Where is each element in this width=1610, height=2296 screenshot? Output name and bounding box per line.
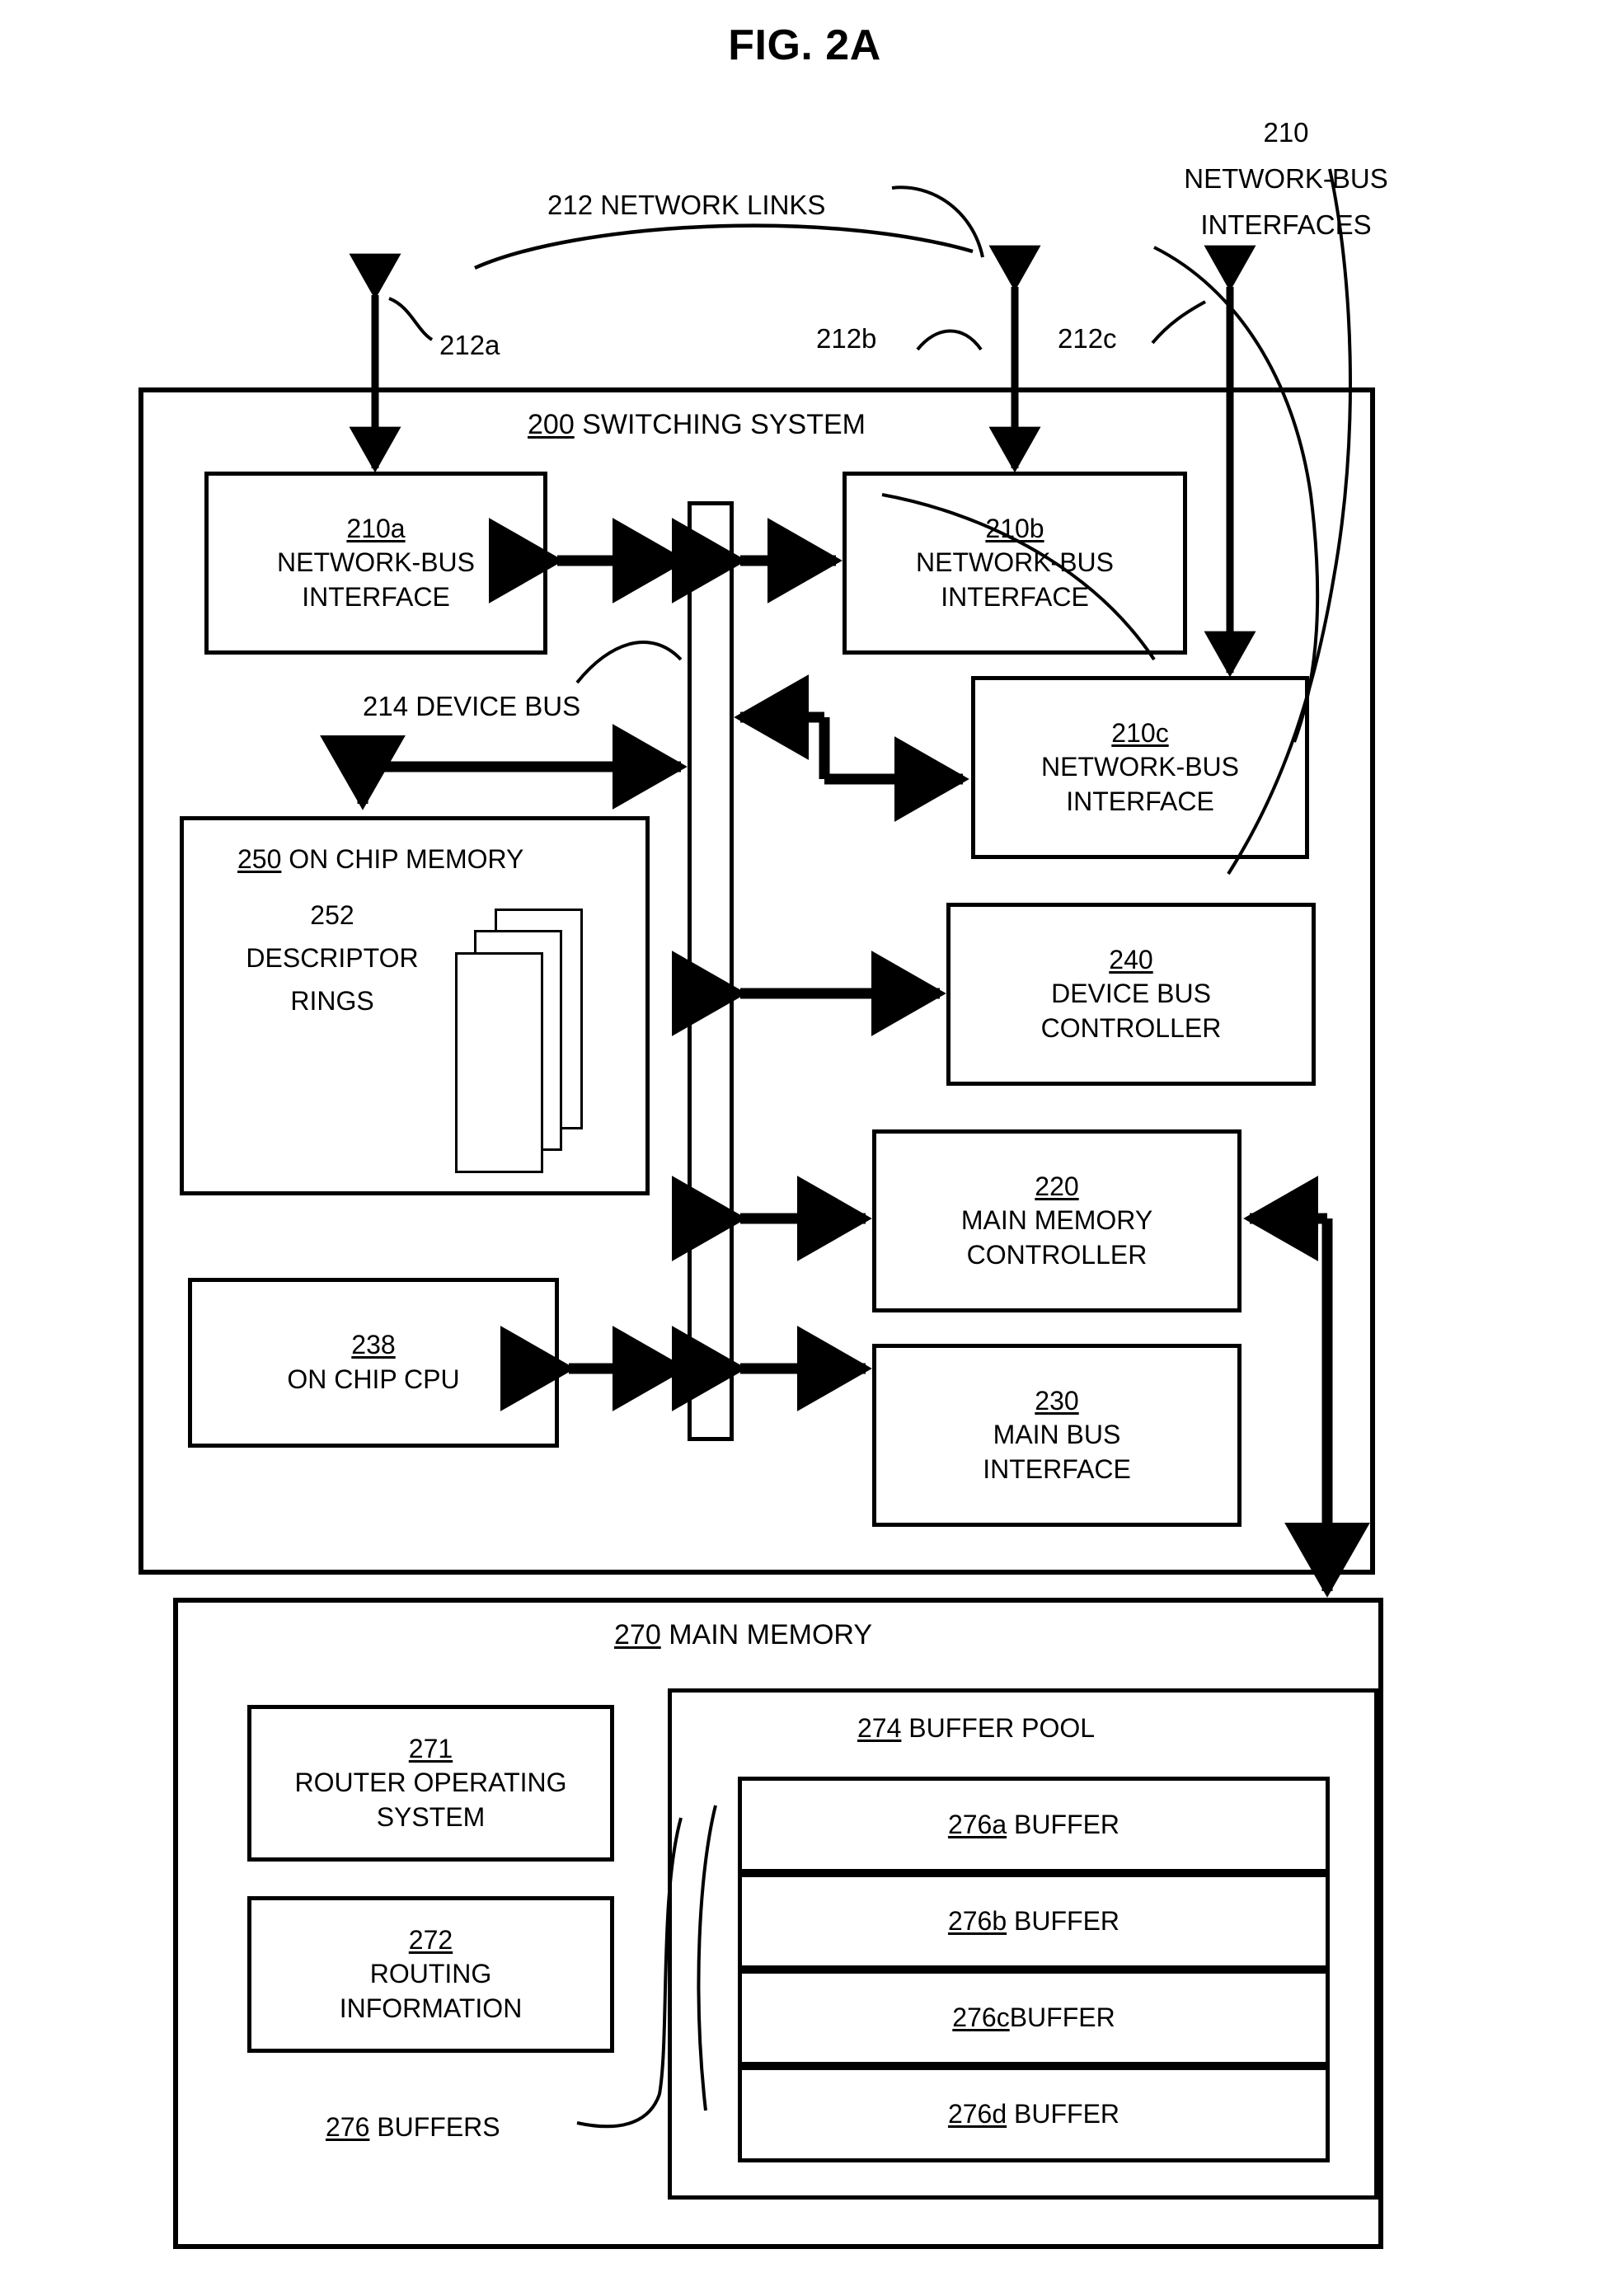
block-238-label: 238 ON CHIP CPU [192, 1328, 555, 1397]
block-238-line1: ON CHIP CPU [287, 1364, 460, 1394]
block-271: 271 ROUTER OPERATING SYSTEM [247, 1705, 614, 1862]
block-210a: 210a NETWORK-BUS INTERFACE [204, 472, 547, 655]
callout-link-212b: 212b [816, 323, 877, 354]
block-220-number: 220 [1035, 1171, 1079, 1201]
block-271-line2: SYSTEM [376, 1801, 486, 1832]
descriptor-rings-line2: RINGS [290, 986, 374, 1016]
block-272-line1: ROUTING [369, 1959, 492, 1989]
block-210b-line2: INTERFACE [941, 581, 1089, 612]
main-memory-number: 270 [614, 1619, 661, 1650]
leader-212a [388, 297, 434, 341]
buffer-276a-label: 276a BUFFER [948, 1810, 1119, 1840]
block-272-number: 272 [408, 1924, 453, 1955]
buffer-276c-text: BUFFER [1009, 2003, 1115, 2032]
buffer-276a: 276a BUFFER [738, 1777, 1330, 1873]
callout-276-buffers: 276 BUFFERS [326, 2112, 500, 2142]
block-220-line1: MAIN MEMORY [960, 1205, 1153, 1236]
buffer-276a-number: 276a [947, 1810, 1007, 1839]
block-230-number: 230 [1035, 1385, 1079, 1416]
block-271-label: 271 ROUTER OPERATING SYSTEM [251, 1732, 610, 1835]
block-238: 238 ON CHIP CPU [188, 1278, 559, 1448]
block-210c: 210c NETWORK-BUS INTERFACE [971, 676, 1309, 859]
buffer-276d-label: 276d BUFFER [948, 2099, 1119, 2129]
callout-link-212c: 212c [1058, 323, 1117, 354]
network-links-arc [474, 223, 974, 270]
on-chip-memory-name: ON CHIP MEMORY [289, 844, 524, 874]
device-bus-bar [688, 501, 734, 1441]
buffer-276b-text: BUFFER [1014, 1906, 1120, 1936]
descriptor-rings-number: 252 [310, 900, 354, 930]
buffer-276d-number: 276d [947, 2099, 1007, 2129]
buffer-276d: 276d BUFFER [738, 2066, 1330, 2162]
buffer-276c: 276cBUFFER [738, 1970, 1330, 2066]
callout-nbi-group-number: 210 [1263, 117, 1309, 148]
block-271-line1: ROUTER OPERATING [294, 1768, 567, 1798]
switching-system-name: SWITCHING SYSTEM [582, 409, 866, 440]
block-240-label: 240 DEVICE BUS CONTROLLER [951, 943, 1312, 1046]
switching-system-number: 200 [528, 409, 575, 440]
descriptor-ring-sheet-1 [455, 952, 543, 1173]
block-210a-line2: INTERFACE [302, 581, 450, 612]
callout-device-bus: 214 DEVICE BUS [363, 691, 581, 721]
block-240-line2: CONTROLLER [1040, 1012, 1222, 1043]
figure-canvas: FIG. 2A 212 NETWORK LINKS 210 NETWORK-BU… [0, 0, 1610, 2296]
block-230-label: 230 MAIN BUS INTERFACE [876, 1384, 1237, 1487]
block-210c-line1: NETWORK-BUS [1041, 752, 1239, 782]
buffer-276c-label: 276cBUFFER [952, 2003, 1115, 2033]
buffer-276b-number: 276b [947, 1906, 1007, 1936]
buffer-276d-text: BUFFER [1014, 2099, 1120, 2129]
block-210c-label: 210c NETWORK-BUS INTERFACE [975, 716, 1305, 819]
buffer-276a-text: BUFFER [1014, 1810, 1120, 1839]
callout-link-212a: 212a [439, 330, 500, 360]
block-210b-label: 210b NETWORK-BUS INTERFACE [847, 512, 1183, 615]
main-memory-name: MAIN MEMORY [669, 1619, 873, 1650]
block-210c-number: 210c [1111, 717, 1169, 748]
block-240-number: 240 [1109, 944, 1153, 974]
block-272-line2: INFORMATION [339, 1993, 523, 2023]
block-210a-label: 210a NETWORK-BUS INTERFACE [209, 512, 543, 615]
callout-network-links: 212 NETWORK LINKS [547, 190, 826, 220]
buffer-pool-title: 274 BUFFER POOL [857, 1711, 1095, 1745]
buffer-276b: 276b BUFFER [738, 1873, 1330, 1970]
callout-nbi-group-line2: INTERFACES [1200, 209, 1372, 240]
switching-system-title: 200 SWITCHING SYSTEM [528, 407, 866, 444]
figure-title: FIG. 2A [728, 21, 881, 69]
callout-nbi-group-line1: NETWORK-BUS [1184, 163, 1388, 194]
block-271-number: 271 [408, 1733, 453, 1763]
block-220: 220 MAIN MEMORY CONTROLLER [872, 1129, 1242, 1312]
block-272: 272 ROUTING INFORMATION [247, 1896, 614, 2053]
main-memory-title: 270 MAIN MEMORY [614, 1618, 872, 1654]
buffer-pool-name: BUFFER POOL [908, 1713, 1096, 1743]
buffer-pool-number: 274 [857, 1713, 902, 1743]
block-210a-line1: NETWORK-BUS [277, 547, 475, 578]
on-chip-memory-number: 250 [237, 844, 282, 874]
network-links-leader [891, 185, 984, 258]
block-230-line1: MAIN BUS [993, 1420, 1121, 1450]
block-230: 230 MAIN BUS INTERFACE [872, 1344, 1242, 1527]
block-220-label: 220 MAIN MEMORY CONTROLLER [876, 1170, 1237, 1273]
block-240: 240 DEVICE BUS CONTROLLER [946, 903, 1316, 1086]
block-238-number: 238 [351, 1330, 396, 1360]
block-240-line1: DEVICE BUS [1051, 979, 1211, 1009]
block-272-label: 272 ROUTING INFORMATION [251, 1923, 610, 2026]
buffer-276c-number: 276c [952, 2003, 1010, 2032]
buffer-276b-label: 276b BUFFER [948, 1906, 1119, 1937]
on-chip-memory-title: 250 ON CHIP MEMORY [237, 843, 523, 876]
block-220-line2: CONTROLLER [966, 1239, 1148, 1270]
block-210c-line2: INTERFACE [1066, 786, 1214, 816]
leader-212c [1151, 300, 1206, 345]
block-210b: 210b NETWORK-BUS INTERFACE [843, 472, 1187, 655]
block-210a-number: 210a [346, 513, 406, 543]
descriptor-rings-line1: DESCRIPTOR [246, 943, 419, 973]
block-210b-number: 210b [985, 513, 1044, 543]
block-230-line2: INTERFACE [983, 1453, 1131, 1484]
leader-212b [916, 329, 983, 351]
block-210b-line1: NETWORK-BUS [916, 547, 1114, 578]
